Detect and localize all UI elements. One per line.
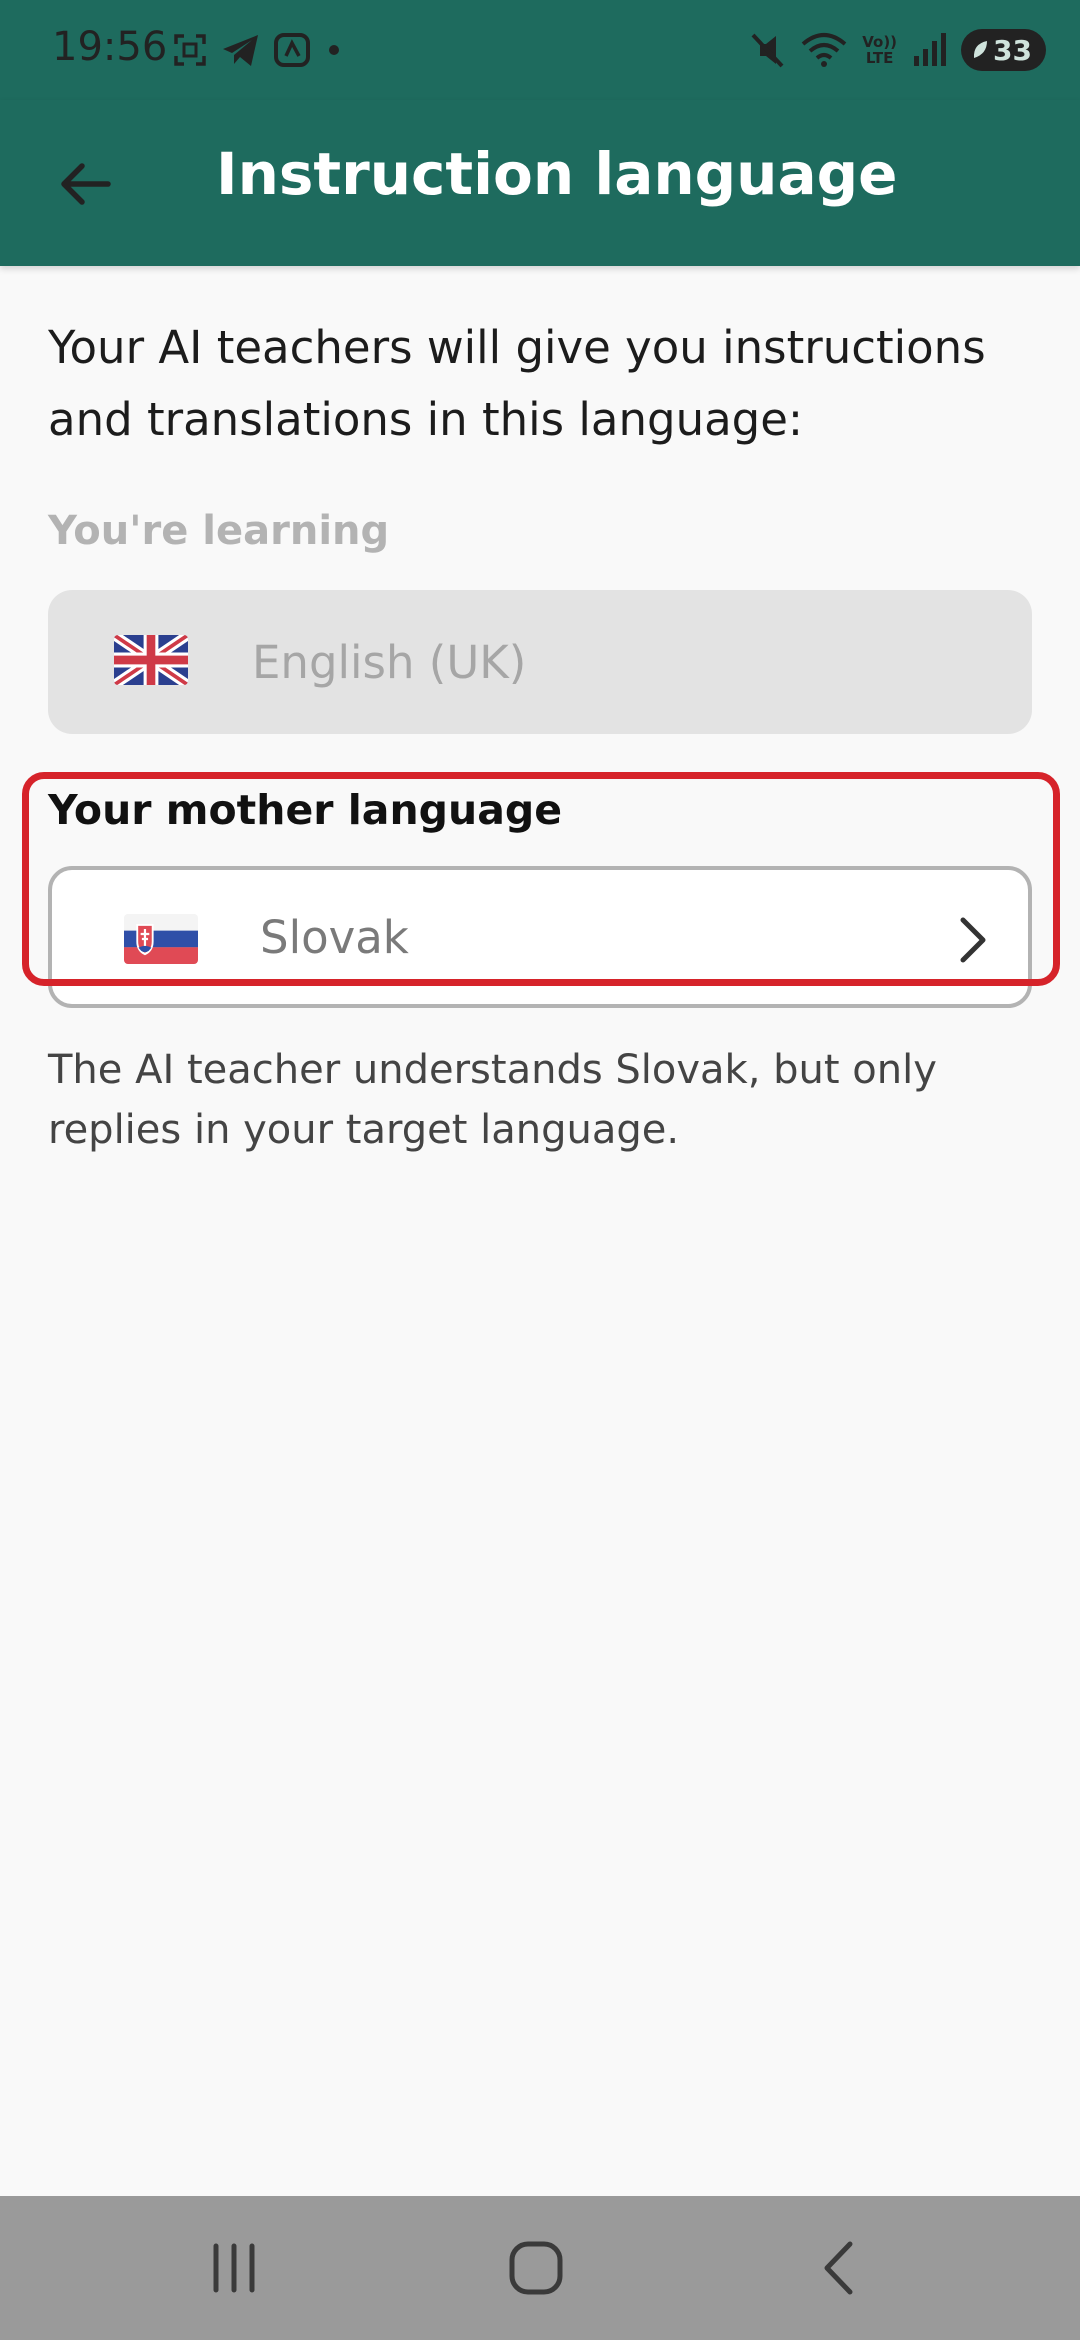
telegram-icon — [223, 35, 258, 66]
uk-flag-icon — [114, 635, 188, 685]
app-bar: Instruction language — [0, 100, 1080, 266]
learning-language-field: English (UK) — [48, 590, 1032, 734]
system-icons: Vo)) LTE 33 — [748, 24, 1046, 76]
intro-text: Your AI teachers will give you instructi… — [48, 321, 986, 446]
home-button[interactable] — [496, 2236, 576, 2300]
back-nav-button[interactable] — [800, 2236, 880, 2300]
page-title: Instruction language — [216, 140, 898, 208]
learning-language-label: You're learning — [48, 508, 390, 554]
volte-label: Vo)) — [862, 33, 898, 51]
system-nav-bar — [0, 2196, 1080, 2340]
back-button[interactable] — [46, 146, 122, 222]
screen: 19:56 Vo)) LTE 33 Instruction language Y… — [0, 0, 1080, 2340]
signal-icon — [914, 33, 947, 66]
slovak-flag-icon — [124, 914, 198, 964]
status-time: 19:56 — [52, 24, 168, 70]
mute-icon — [751, 33, 784, 68]
mother-language-selector[interactable]: Slovak — [48, 866, 1032, 1008]
volte-lte-indicator: Vo)) LTE — [862, 34, 897, 66]
helper-text: The AI teacher understands Slovak, but o… — [48, 1047, 937, 1153]
back-chevron-icon — [824, 2241, 853, 2295]
mother-language-label: Your mother language — [48, 786, 563, 834]
lte-label: LTE — [865, 49, 894, 67]
recent-apps-button[interactable] — [194, 2236, 274, 2300]
learning-language-value: English (UK) — [252, 635, 527, 689]
recent-apps-icon — [213, 2243, 255, 2293]
battery-indicator: 33 — [961, 29, 1046, 71]
notification-icons — [170, 28, 346, 72]
status-bar: 19:56 Vo)) LTE 33 — [0, 0, 1080, 100]
wifi-icon — [801, 33, 847, 67]
arrow-left-icon — [61, 163, 111, 205]
chevron-right-icon — [960, 917, 986, 963]
more-notifications-dot-icon — [329, 45, 339, 55]
chat-app-icon — [274, 33, 310, 67]
mother-language-value: Slovak — [260, 910, 409, 964]
battery-saver-leaf-icon — [973, 41, 988, 58]
home-icon — [509, 2241, 563, 2295]
battery-level: 33 — [993, 33, 1032, 67]
screenshot-icon — [174, 34, 206, 66]
